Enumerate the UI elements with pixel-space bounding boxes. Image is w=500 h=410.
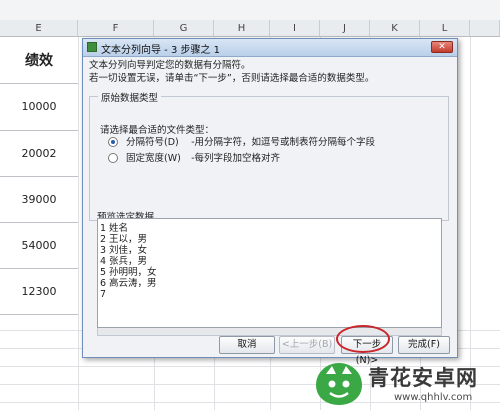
column-header-f[interactable]: F <box>78 20 154 37</box>
watermark-title: 青花安卓网 <box>368 366 478 390</box>
logo-icon <box>316 363 362 405</box>
column-header-blank[interactable] <box>470 20 500 37</box>
grid-line <box>470 37 471 410</box>
preview-row: 3 刘佳，女 <box>100 245 148 256</box>
radio-description: -用分隔字符，如逗号或制表符分隔每个字段 <box>191 137 375 148</box>
intro-line: 若一切设置无误，请单击“下一步”，否则请选择最合适的数据类型。 <box>89 73 375 84</box>
column-header-e[interactable]: E <box>0 20 78 37</box>
row-line <box>0 222 78 223</box>
radio-selected-icon[interactable] <box>108 136 118 147</box>
data-type-group: 原始数据类型 请选择最合适的文件类型： 分隔符号(D) -用分隔字符，如逗号或制… <box>89 90 449 221</box>
finish-button[interactable]: 完成(F) <box>398 336 450 354</box>
cancel-button[interactable]: 取消 <box>219 336 275 354</box>
column-header-j[interactable]: J <box>320 20 370 37</box>
dialog-titlebar[interactable]: 文本分列向导 - 3 步骤之 1 ✕ <box>83 39 457 57</box>
back-button[interactable]: <上一步(B) <box>279 336 335 354</box>
column-header-g[interactable]: G <box>154 20 214 37</box>
radio-delimited[interactable]: 分隔符号(D) -用分隔字符，如逗号或制表符分隔每个字段 <box>108 136 375 149</box>
cell-header-performance[interactable]: 绩效 <box>0 50 78 70</box>
preview-row: 5 孙明明，女 <box>100 267 157 278</box>
spreadsheet-app-icon <box>87 42 97 52</box>
column-header-k[interactable]: K <box>370 20 420 37</box>
preview-row: 6 高云涛，男 <box>100 278 157 289</box>
radio-label: 分隔符号(D) <box>126 137 179 148</box>
preview-row: 7 <box>100 289 107 300</box>
row-line <box>0 314 78 315</box>
dialog-intro: 文本分列向导判定您的数据有分隔符。 若一切设置无误，请单击“下一步”，否则请选择… <box>89 59 374 85</box>
radio-unselected-icon[interactable] <box>108 152 118 163</box>
column-header-l[interactable]: L <box>420 20 470 37</box>
preview-row: 1 姓名 <box>100 223 129 234</box>
cell-value[interactable]: 10000 <box>0 100 78 113</box>
row-line <box>0 268 78 269</box>
group-title: 原始数据类型 <box>98 90 162 104</box>
preview-horizontal-scrollbar[interactable] <box>97 328 442 336</box>
cell-value[interactable]: 20002 <box>0 147 78 160</box>
site-watermark: 青花安卓网 www.qhhlv.com <box>310 358 500 410</box>
row-line <box>0 83 78 84</box>
radio-description: -每列字段加空格对齐 <box>191 153 280 164</box>
choose-type-label: 请选择最合适的文件类型： <box>100 125 215 136</box>
data-preview[interactable]: 1 姓名 2 王以，男 3 刘佳，女 4 张兵，男 5 孙明明，女 6 高云涛，男 7 <box>97 218 442 328</box>
toolbar-strip <box>0 0 500 21</box>
intro-line: 文本分列向导判定您的数据有分隔符。 <box>89 60 251 71</box>
row-line <box>0 130 78 131</box>
close-button[interactable]: ✕ <box>431 41 453 53</box>
watermark-url: www.qhhlv.com <box>394 392 473 403</box>
preview-row: 2 王以，男 <box>100 234 148 245</box>
text-to-columns-dialog: 文本分列向导 - 3 步骤之 1 ✕ 文本分列向导判定您的数据有分隔符。 若一切… <box>82 38 458 366</box>
preview-row: 4 张兵，男 <box>100 256 148 267</box>
column-header-h[interactable]: H <box>214 20 270 37</box>
cell-value[interactable]: 54000 <box>0 239 78 252</box>
cell-value[interactable]: 12300 <box>0 285 78 298</box>
column-header-i[interactable]: I <box>270 20 320 37</box>
grid-line <box>78 37 79 410</box>
cell-value[interactable]: 39000 <box>0 193 78 206</box>
row-line <box>0 176 78 177</box>
highlight-circle <box>336 325 390 353</box>
radio-fixed-width[interactable]: 固定宽度(W) -每列字段加空格对齐 <box>108 152 280 165</box>
radio-label: 固定宽度(W) <box>126 153 181 164</box>
dialog-title: 文本分列向导 - 3 步骤之 1 <box>101 45 221 56</box>
